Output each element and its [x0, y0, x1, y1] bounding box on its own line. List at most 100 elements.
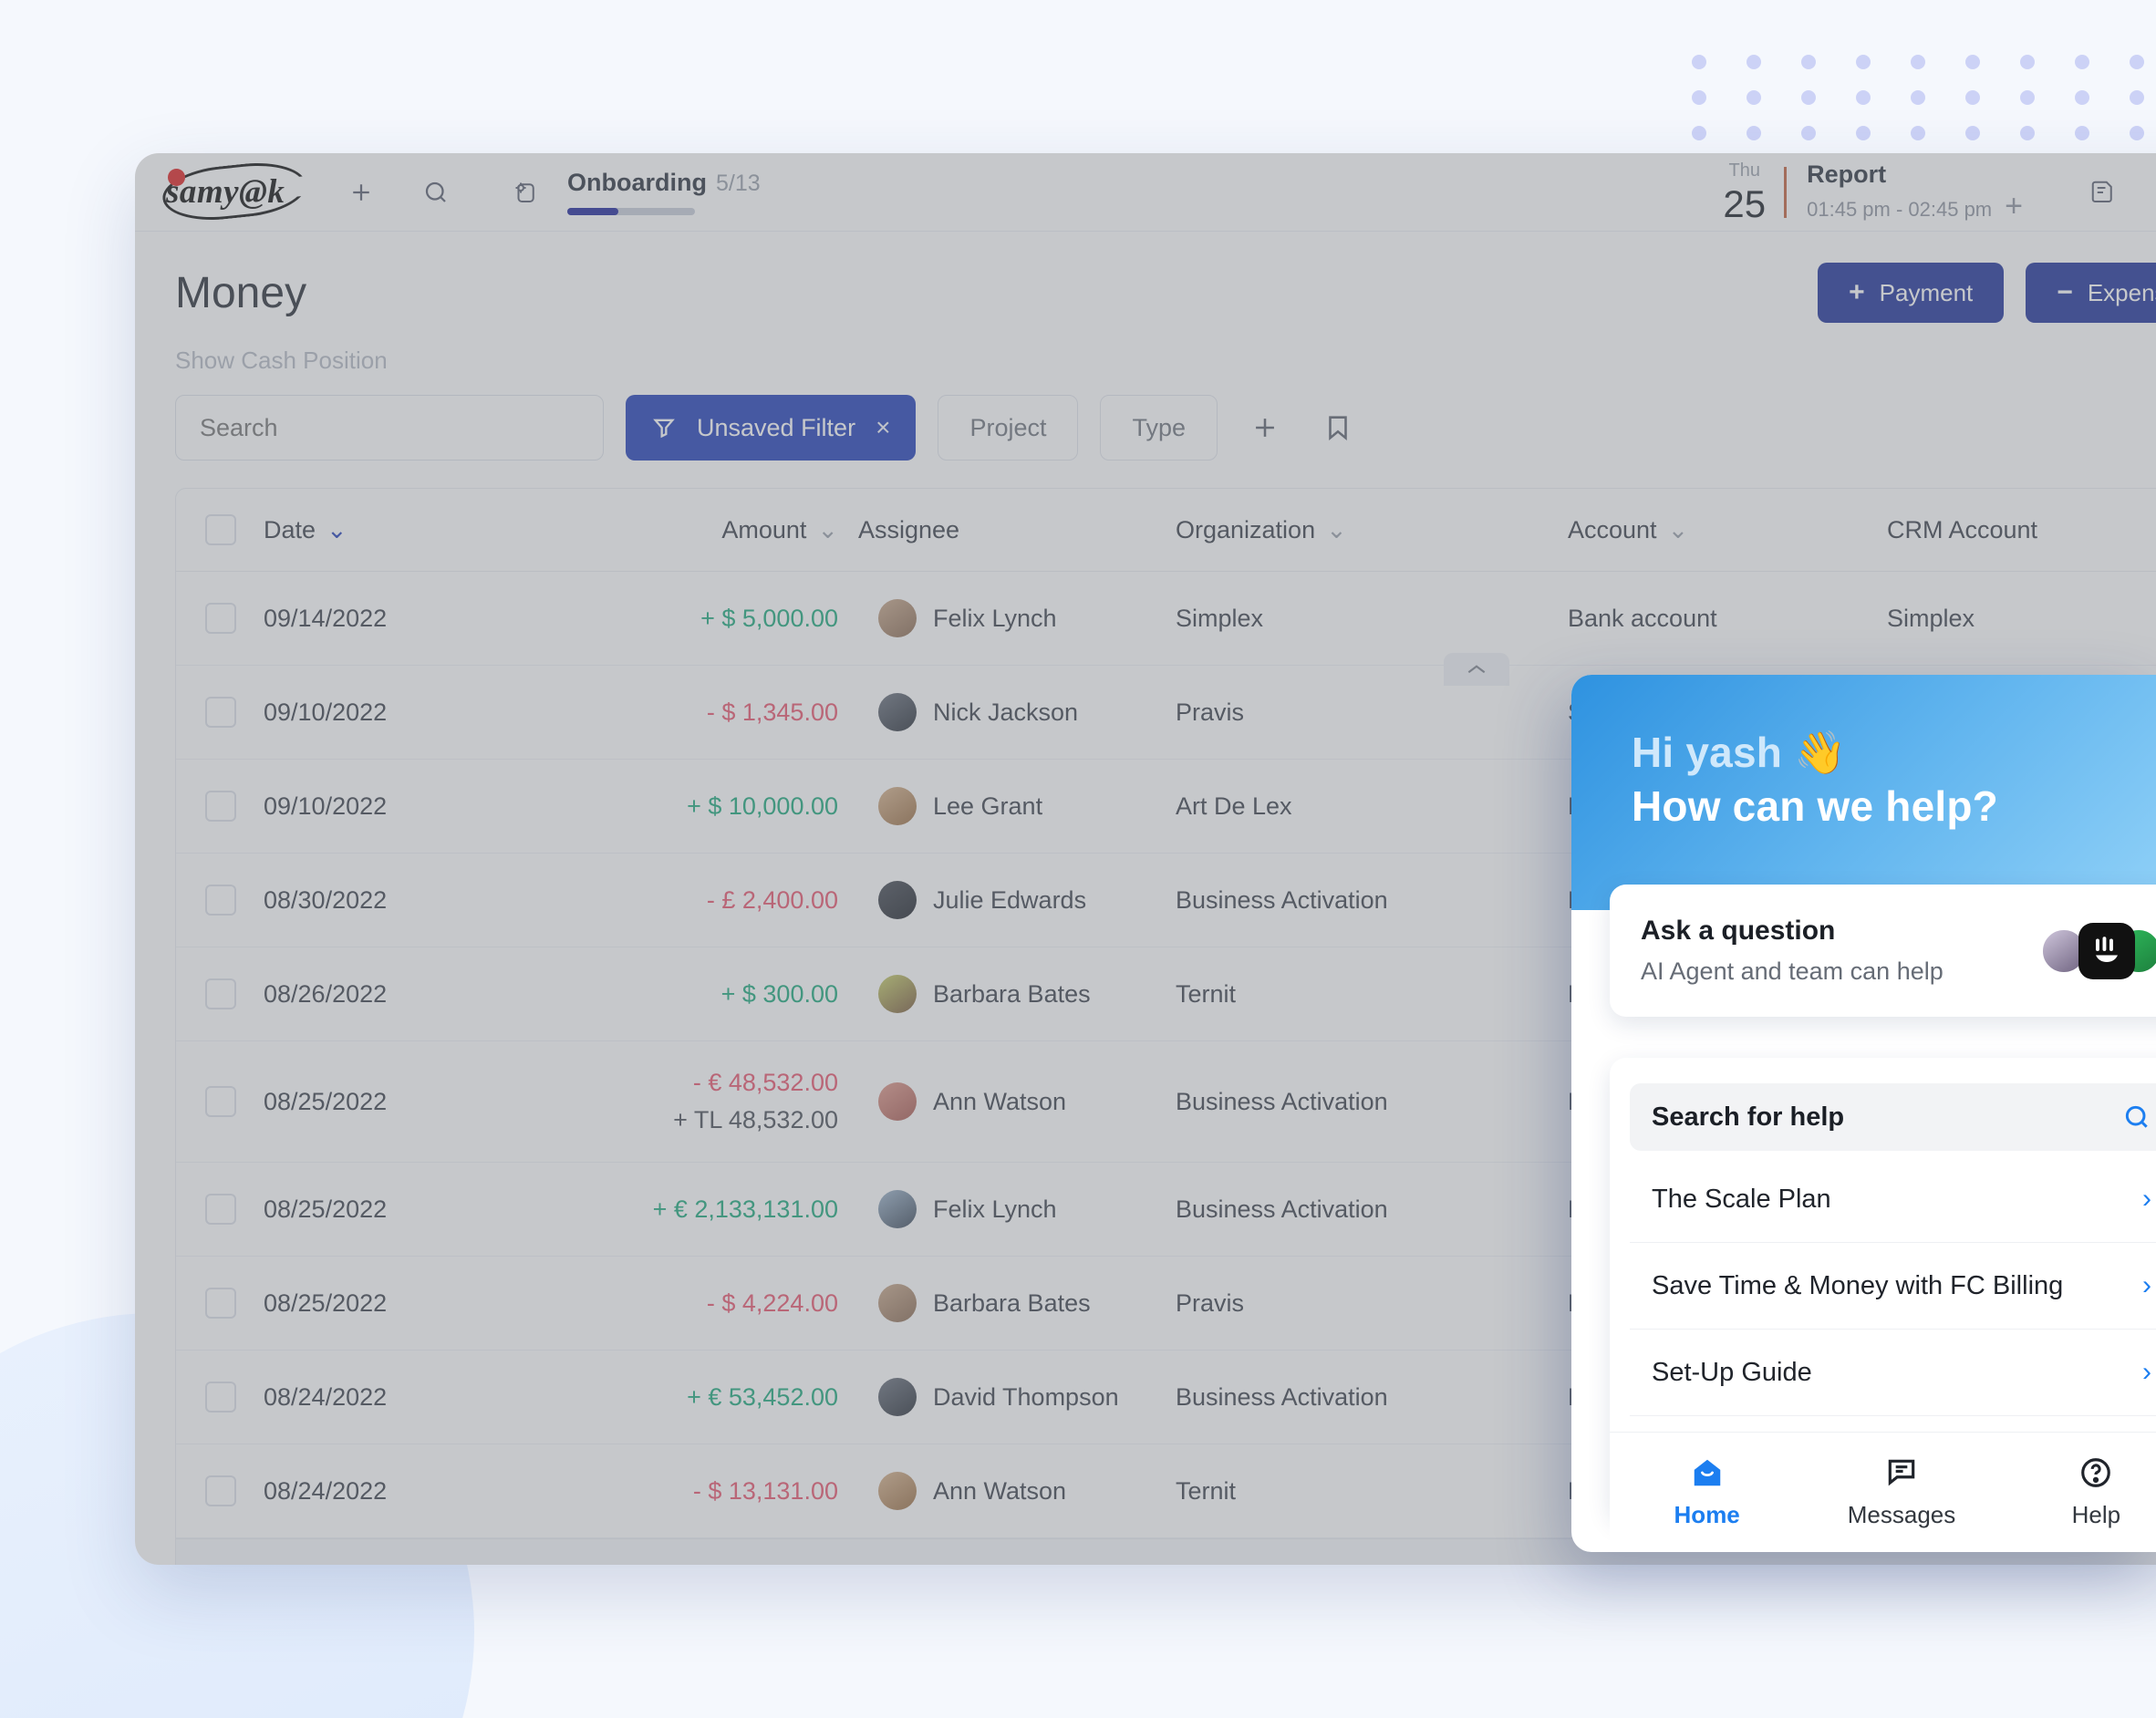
checkbox[interactable]: [205, 1288, 236, 1319]
onboarding-icon: [500, 167, 551, 218]
onboarding-label: Onboarding: [567, 169, 707, 196]
add-expense-button[interactable]: − Expense: [2026, 263, 2156, 323]
cell-assignee: Nick Jackson: [838, 665, 1176, 760]
nav-help-label: Help: [2071, 1501, 2121, 1528]
collapse-toggle[interactable]: [1444, 653, 1509, 686]
close-icon[interactable]: ×: [876, 413, 890, 442]
minus-icon: −: [2057, 277, 2073, 307]
assignee-name: David Thompson: [933, 1382, 1119, 1411]
chevron-down-icon: ⌄: [327, 515, 347, 543]
cell-amount: - $ 4,224.00: [537, 1256, 838, 1351]
assignee-name: Felix Lynch: [933, 1195, 1057, 1223]
day-number: 25: [1723, 181, 1767, 225]
intercom-hero: Hi yash 👋 How can we help?: [1571, 675, 2156, 910]
column-date[interactable]: Date ⌄: [264, 489, 537, 572]
mail-icon[interactable]: 0: [2152, 167, 2156, 218]
checkbox[interactable]: [205, 1194, 236, 1225]
checkbox[interactable]: [205, 885, 236, 916]
checkbox[interactable]: [205, 514, 236, 545]
checkbox[interactable]: [205, 1086, 236, 1117]
cell-organization: Pravis: [1176, 1256, 1568, 1351]
assignee-name: Felix Lynch: [933, 604, 1057, 632]
checkbox[interactable]: [205, 697, 236, 728]
decorative-dot-grid: [1692, 55, 2156, 161]
nav-home-label: Home: [1674, 1501, 1740, 1528]
assignee-name: Ann Watson: [933, 1087, 1067, 1115]
nav-messages-label: Messages: [1847, 1501, 1956, 1528]
filter-icon: [653, 419, 675, 439]
cell-date: 08/24/2022: [264, 1350, 537, 1444]
column-amount[interactable]: Amount ⌄: [537, 489, 838, 572]
divider: [1784, 166, 1788, 218]
chevron-up-icon: [1467, 665, 1486, 674]
cell-organization: Art De Lex: [1176, 759, 1568, 854]
ask-a-question-card[interactable]: Ask a question AI Agent and team can hel…: [1610, 885, 2156, 1017]
table-row[interactable]: 09/14/2022 + $ 5,000.00 Felix Lynch Simplex…: [176, 571, 2156, 666]
note-icon[interactable]: [2078, 167, 2129, 218]
add-payment-button[interactable]: + Payment: [1818, 263, 2005, 323]
report-add-icon[interactable]: +: [2005, 189, 2023, 224]
column-account[interactable]: Account ⌄: [1568, 489, 1887, 572]
home-icon: [1694, 1459, 1720, 1486]
cell-crm-account: Simplex: [1887, 571, 2156, 666]
chip-type[interactable]: Type: [1100, 395, 1218, 461]
help-link-setup-guide[interactable]: Set-Up Guide ›: [1630, 1330, 2156, 1416]
plus-icon[interactable]: [1239, 402, 1290, 453]
chip-project[interactable]: Project: [938, 395, 1079, 461]
cell-assignee: Felix Lynch: [838, 571, 1176, 666]
search-for-help[interactable]: Search for help: [1630, 1083, 2156, 1151]
cell-amount: - € 48,532.00 + TL 48,532.00: [537, 1040, 838, 1163]
avatar: [878, 787, 917, 825]
checkbox[interactable]: [205, 1475, 236, 1506]
page-canvas: samy@k Onboarding 5/13 Thu 25 Report 01:…: [0, 0, 2156, 1718]
nav-help[interactable]: Help: [1999, 1455, 2156, 1529]
show-cash-position-label[interactable]: Show Cash Position: [135, 323, 2156, 375]
message-icon: [1888, 1459, 1915, 1486]
bookmark-icon[interactable]: [1312, 402, 1363, 453]
select-all-header[interactable]: [176, 489, 264, 572]
cell-amount: - $ 1,345.00: [537, 665, 838, 760]
chevron-right-icon: ›: [2142, 1184, 2151, 1214]
search-input[interactable]: [175, 395, 604, 461]
logo-dot-icon: [168, 168, 185, 186]
cell-assignee: David Thompson: [838, 1350, 1176, 1444]
checkbox[interactable]: [205, 791, 236, 822]
chevron-down-icon: ⌄: [817, 515, 838, 543]
search-for-help-label: Search for help: [1652, 1102, 1845, 1132]
report-block[interactable]: Report 01:45 pm - 02:45 pm +: [1807, 160, 2023, 224]
add-payment-label: Payment: [1879, 278, 1974, 306]
search-icon[interactable]: [410, 167, 461, 218]
nav-home[interactable]: Home: [1610, 1455, 1804, 1529]
avatar: [878, 1378, 917, 1416]
plus-icon[interactable]: [336, 167, 387, 218]
cell-organization: Business Activation: [1176, 853, 1568, 947]
avatar: [878, 881, 917, 919]
cell-amount: - £ 2,400.00: [537, 853, 838, 947]
cell-date: 09/10/2022: [264, 665, 537, 760]
help-link-fc-billing[interactable]: Save Time & Money with FC Billing ›: [1630, 1243, 2156, 1330]
column-assignee[interactable]: Assignee: [838, 489, 1176, 572]
agent-avatars: [2040, 922, 2156, 979]
cell-date: 08/25/2022: [264, 1256, 537, 1351]
intercom-widget: Hi yash 👋 How can we help? Ask a questio…: [1571, 675, 2156, 1552]
cell-date: 09/10/2022: [264, 759, 537, 854]
column-date-label: Date: [264, 515, 316, 543]
cell-date: 09/14/2022: [264, 571, 537, 666]
column-organization[interactable]: Organization ⌄: [1176, 489, 1568, 572]
cell-assignee: Felix Lynch: [838, 1162, 1176, 1257]
onboarding-widget[interactable]: Onboarding 5/13: [500, 167, 761, 218]
checkbox[interactable]: [205, 978, 236, 1009]
cell-amount: + $ 10,000.00: [537, 759, 838, 854]
intercom-nav: Home Messages Help: [1610, 1432, 2156, 1552]
help-link-scale-plan[interactable]: The Scale Plan ›: [1630, 1156, 2156, 1243]
checkbox[interactable]: [205, 603, 236, 634]
help-link-label: Save Time & Money with FC Billing: [1652, 1270, 2064, 1300]
checkbox[interactable]: [205, 1382, 236, 1413]
cell-amount: + $ 300.00: [537, 947, 838, 1041]
column-crm-account[interactable]: CRM Account: [1887, 489, 2156, 572]
active-filter-chip[interactable]: Unsaved Filter ×: [626, 395, 917, 461]
nav-messages[interactable]: Messages: [1804, 1455, 1998, 1529]
avatar: [878, 1284, 917, 1322]
app-logo[interactable]: samy@k: [166, 167, 312, 218]
cell-assignee: Ann Watson: [838, 1444, 1176, 1538]
